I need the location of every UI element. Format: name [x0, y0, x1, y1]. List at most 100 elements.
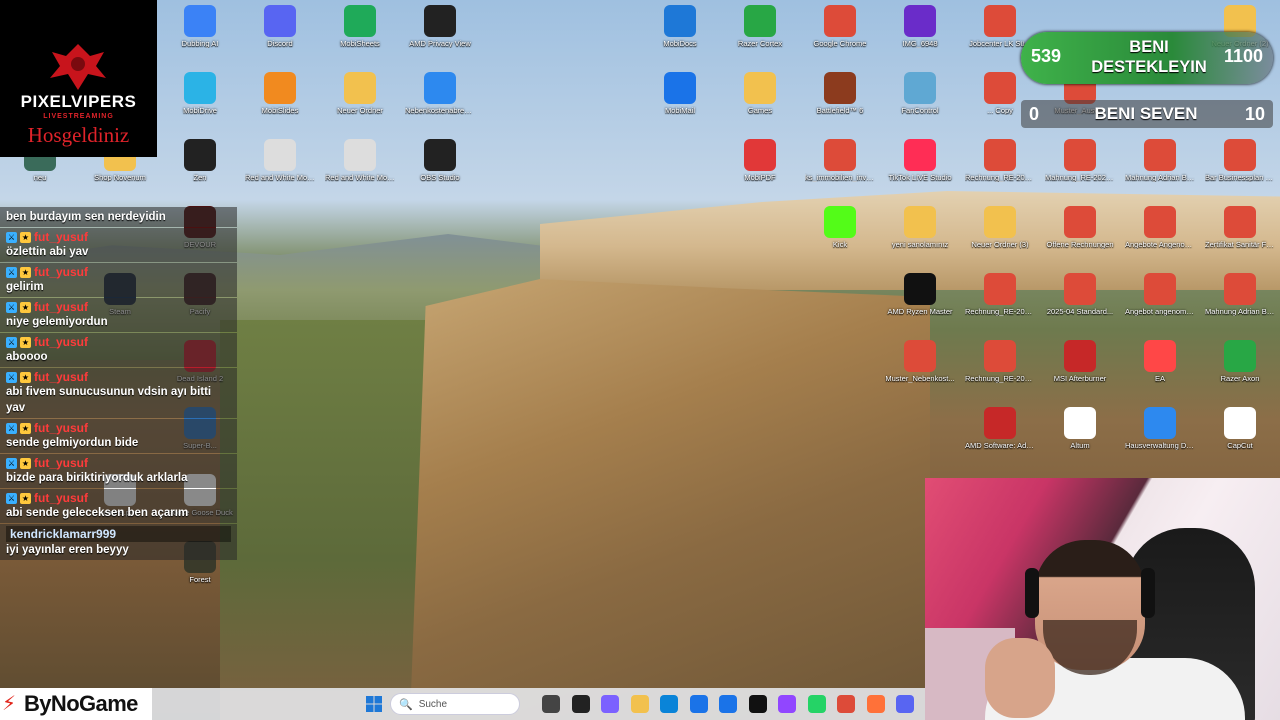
desktop-icon[interactable]: Muster_Nebenkost... [885, 340, 955, 383]
desktop-icon[interactable]: AMD Software: Adrenalin Edition [965, 407, 1035, 450]
desktop-icon[interactable]: Games [725, 72, 795, 115]
sheets-icon [344, 5, 376, 37]
tiktok-icon[interactable] [748, 695, 767, 713]
desktop-icon[interactable]: Mahnung Adrian Bodner.pdf [1125, 139, 1195, 182]
folder-icon [744, 72, 776, 104]
desktop-icon-label: ks_immobilien_invest [805, 173, 875, 182]
discord-icon[interactable] [896, 695, 914, 713]
amd-icon [984, 407, 1016, 439]
chat-username-text: fut_yusuf [34, 230, 88, 244]
chrome-icon [984, 139, 1016, 171]
desktop-icon[interactable]: Hausverwaltung Diyar [1125, 407, 1195, 450]
wallpaper-cliff [410, 279, 930, 720]
desktop-icon[interactable]: Bar Businessplan Pdf Ready (2) [1205, 139, 1275, 182]
desktop-icon[interactable]: MobiDrive [165, 72, 235, 115]
chat-message: ⚔ ★ fut_yusufniye gelemiyordun [0, 298, 237, 332]
desktop-icon[interactable]: Battlefield™ 6 [805, 72, 875, 115]
chrome-icon [1064, 139, 1096, 171]
desktop-icon[interactable]: MobiSlides [245, 72, 315, 115]
desktop-icon[interactable]: Red and White Modern Men's F... [245, 139, 315, 182]
document-icon [424, 72, 456, 104]
chat-username: ⚔ ★ fut_yusuf [6, 300, 231, 314]
desktop-icon[interactable]: Google Chrome [805, 5, 875, 48]
desktop-icon-label: Neuer Ordner [337, 106, 383, 115]
desktop-icon[interactable]: MobiSheets [325, 5, 395, 48]
desktop-icon[interactable]: Altum [1045, 407, 1115, 450]
vpn-icon[interactable] [719, 695, 737, 713]
desktop-icon[interactable]: ks_immobilien_invest [805, 139, 875, 182]
desktop-icon[interactable]: Angebot angenommen [1125, 273, 1195, 316]
desktop-icon[interactable]: AMD Privacy View [405, 5, 475, 48]
desktop-icon[interactable]: MobiPDF [725, 139, 795, 182]
task-view-icon[interactable] [542, 695, 560, 713]
desktop-icon[interactable]: Offene Rechnungen [1045, 206, 1115, 249]
chat-username: ⚔ ★ fut_yusuf [6, 456, 231, 470]
love-goal-overlay: 0 BENI SEVEN 10 [1021, 100, 1273, 128]
desktop-icon[interactable]: Mahnung_RE-2025... [1045, 139, 1115, 182]
brand-name: PIXELVIPERS [20, 92, 137, 111]
chrome-icon[interactable] [837, 695, 855, 713]
desktop-icon[interactable]: AMD Ryzen Master [885, 273, 955, 316]
desktop-icon[interactable]: Zertifikat Sanitär Fachkraft [1205, 206, 1275, 249]
desktop-icon[interactable]: IMG_6948 [885, 5, 955, 48]
desktop-icon-label: Kick [832, 240, 848, 249]
desktop-icon[interactable]: FanControl [885, 72, 955, 115]
desktop-icon[interactable]: MobiDocs [645, 5, 715, 48]
desktop-icon[interactable]: Zen [165, 139, 235, 182]
desktop-icon[interactable]: 2025-04 Standard... [1045, 273, 1115, 316]
love-goal-current: 0 [1029, 104, 1040, 124]
chrome-icon [1144, 273, 1176, 305]
desktop-icon[interactable]: yeni sanolamınız [885, 206, 955, 249]
desktop-icon-label: Google Chrome [813, 39, 867, 48]
moderator-badge-icon: ⚔ [6, 336, 17, 348]
windows-start-icon[interactable] [366, 696, 382, 712]
msi-icon [1064, 340, 1096, 372]
desktop-icon[interactable]: EA [1125, 340, 1195, 383]
desktop-icon[interactable]: Angebote Angenommen [1125, 206, 1195, 249]
store-icon[interactable] [689, 695, 708, 713]
desktop-icon[interactable]: MobiMail [645, 72, 715, 115]
twitch-icon[interactable] [778, 695, 796, 713]
folder-icon [904, 206, 936, 238]
desktop-icon[interactable]: Rechnung_RE-2025... [965, 340, 1035, 383]
tiktok-icon [904, 139, 936, 171]
desktop-icon[interactable]: Dubbing AI [165, 5, 235, 48]
subscriber-badge-icon: ★ [20, 422, 31, 434]
kick-icon [824, 206, 856, 238]
desktop-icon[interactable]: Rechnung_RE-2025... Rechnung Jörg Gart..… [965, 273, 1035, 316]
desktop-icon[interactable]: MSI Afterburner [1045, 340, 1115, 383]
desktop-icon-label: Angebot angenommen [1125, 307, 1195, 316]
desktop-icon[interactable]: Discord [245, 5, 315, 48]
whatsapp-icon[interactable] [807, 695, 826, 713]
chat-username-text: kendricklamarr999 [10, 527, 117, 541]
desktop-icon[interactable]: Kick [805, 206, 875, 249]
desktop-icon[interactable]: CapCut [1205, 407, 1275, 450]
desktop-icon[interactable]: Rechnung_RE-2025... Abschlagsrechnun... [965, 139, 1035, 182]
copilot-icon[interactable] [601, 695, 619, 713]
image-icon [264, 139, 296, 171]
edge-icon[interactable] [660, 695, 678, 713]
desktop-icon[interactable]: Red and White Modern Men's F... [325, 139, 395, 182]
taskbar-search[interactable]: 🔍 Suche [390, 693, 520, 715]
desktop-icon[interactable]: Nebenkostenabrech... 2024 Tan [405, 72, 475, 115]
desktop-icon-label: AMD Privacy View [409, 39, 471, 48]
subscriber-badge-icon: ★ [20, 457, 31, 469]
desktop-icon[interactable]: Neuer Ordner (3) [965, 206, 1035, 249]
moderator-badge-icon: ⚔ [6, 422, 17, 434]
desktop-icon[interactable]: Neuer Ordner [325, 72, 395, 115]
firefox-icon[interactable] [866, 695, 885, 713]
desktop-icon-label: Rechnung_RE-2025... [965, 374, 1035, 383]
github-icon[interactable] [571, 695, 590, 713]
search-icon: 🔍 [399, 698, 413, 711]
chat-username: ⚔ ★ fut_yusuf [6, 265, 231, 279]
support-goal-title-line2: DESTEKLEYIN [1091, 58, 1207, 76]
file-explorer-icon[interactable] [630, 695, 649, 713]
desktop-icon[interactable]: Razer Axon [1205, 340, 1275, 383]
desktop-icon-label: yeni sanolamınız [891, 240, 949, 249]
desktop-icon[interactable]: Mahnung Adrian Bodner [1205, 273, 1275, 316]
desktop-icon[interactable]: Razer Cortex [725, 5, 795, 48]
support-goal-title: BENI DESTEKLEYIN [1079, 37, 1219, 77]
desktop-icon[interactable]: OBS Studio [405, 139, 475, 182]
chat-text: niye gelemiyordun [6, 316, 108, 328]
desktop-icon[interactable]: TikTok LIVE Studio [885, 139, 955, 182]
